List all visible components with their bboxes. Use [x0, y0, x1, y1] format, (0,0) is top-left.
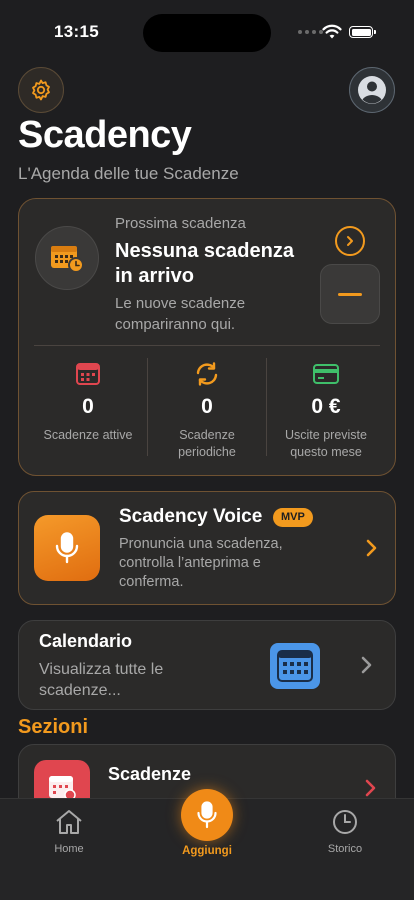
chevron-right-icon: [365, 779, 376, 797]
next-deadline-label: Prossima scadenza: [115, 215, 246, 232]
stat-recurring-deadlines[interactable]: 0 Scadenze periodiche: [151, 362, 263, 461]
dynamic-island: [143, 14, 271, 52]
stat-label: Uscite previste questo mese: [285, 428, 367, 459]
repeat-icon: [196, 362, 218, 386]
calendar-description: Visualizza tutte le scadenze...: [39, 661, 164, 699]
microphone-icon: [197, 801, 217, 829]
microphone-icon: [55, 532, 79, 564]
divider: [147, 358, 148, 456]
tab-add-button[interactable]: [181, 789, 233, 841]
profile-button[interactable]: [349, 67, 395, 113]
stat-label: Scadenze attive: [43, 428, 133, 442]
chevron-right-icon: [361, 656, 372, 674]
voice-title: Scadency Voice: [119, 506, 263, 527]
signal-icon: [298, 30, 323, 34]
clock-icon: [333, 810, 357, 834]
status-time: 13:15: [54, 22, 99, 41]
calendar-clock-icon: [51, 246, 84, 273]
deadline-calendar-badge: [35, 226, 99, 290]
battery-icon: [349, 26, 376, 38]
tab-label: Aggiungi: [182, 845, 232, 857]
stat-active-deadlines[interactable]: 0 Scadenze attive: [32, 362, 144, 444]
page-subtitle: L'Agenda delle tue Scadenze: [18, 164, 239, 183]
calendar-tile: [270, 643, 320, 689]
stat-value: 0: [82, 395, 94, 418]
next-deadline-title: Nessuna scadenza in arrivo: [115, 240, 294, 287]
divider: [266, 358, 267, 456]
divider: [34, 345, 380, 346]
tab-history[interactable]: Storico: [314, 808, 376, 855]
voice-description: Pronuncia una scadenza, controlla l’ante…: [119, 536, 283, 590]
gear-icon: [32, 79, 50, 101]
mvp-badge: MVP: [273, 508, 313, 527]
next-deadline-description: Le nuove scadenze compariranno qui.: [115, 295, 246, 333]
section-item-title: Scadenze: [108, 764, 192, 784]
stat-expected-expenses[interactable]: 0 € Uscite previste questo mese: [270, 362, 382, 461]
tab-label: Home: [54, 843, 84, 855]
section-heading: Sezioni: [18, 716, 89, 738]
wifi-icon: [322, 24, 342, 39]
stat-value: 0: [201, 395, 213, 418]
minus-icon: [338, 292, 362, 296]
chevron-right-icon: [347, 236, 353, 246]
chevron-right-icon: [366, 539, 377, 557]
stat-value: 0 €: [311, 395, 341, 418]
next-deadline-open-button[interactable]: [335, 226, 365, 256]
person-icon: [358, 76, 386, 104]
stat-label: Scadenze periodiche: [178, 428, 236, 459]
tab-home[interactable]: Home: [38, 808, 100, 855]
settings-button[interactable]: [18, 67, 64, 113]
voice-tile: [34, 515, 100, 581]
credit-card-icon: [313, 364, 339, 384]
calendar-icon: [76, 363, 100, 385]
home-icon: [56, 810, 82, 834]
calendar-icon: [277, 650, 313, 682]
collapse-button[interactable]: [320, 264, 380, 324]
page-title: Scadency: [18, 114, 192, 156]
tab-label: Storico: [327, 843, 363, 855]
calendar-title: Calendario: [39, 631, 133, 651]
